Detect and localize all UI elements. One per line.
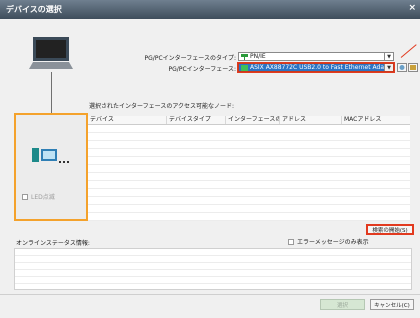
footer-divider: [0, 294, 420, 295]
online-status-panel: [14, 248, 412, 290]
plc-device-icon: [32, 148, 69, 163]
start-search-button[interactable]: 検索の開始(S): [366, 224, 414, 235]
interface-label: PG/PCインターフェース:: [168, 66, 236, 73]
col-device-type[interactable]: デバイスタイプ: [167, 116, 226, 124]
col-address[interactable]: アドレス: [280, 116, 342, 124]
error-only-checkbox[interactable]: [288, 238, 294, 245]
led-flash-checkbox[interactable]: [22, 193, 28, 200]
cancel-button[interactable]: キャンセル(C): [370, 299, 414, 310]
led-flash-option: LED点滅: [22, 192, 55, 201]
nodes-table-body[interactable]: [88, 125, 410, 221]
col-interface-type[interactable]: インターフェースの...: [226, 116, 280, 124]
col-device[interactable]: デバイス: [88, 116, 167, 124]
interface-properties-button[interactable]: [397, 63, 407, 72]
annotation-line: [400, 44, 417, 58]
computer-icon: [29, 37, 73, 69]
error-only-option: エラーメッセージのみ表示: [288, 237, 369, 246]
nodes-table-header: デバイス デバイスタイプ インターフェースの... アドレス MACアドレス: [88, 116, 410, 125]
close-icon[interactable]: ×: [408, 3, 416, 13]
properties-icon: [399, 65, 405, 70]
interface-type-value: PN/IE: [250, 53, 266, 60]
chevron-down-icon[interactable]: ▼: [384, 53, 393, 60]
error-only-label: エラーメッセージのみ表示: [297, 239, 369, 246]
interface-dropdown[interactable]: ASIX AX88772C USB2.0 to Fast Ethernet Ad…: [238, 63, 394, 72]
diagnostics-icon: [410, 65, 416, 70]
interface-diagnostics-button[interactable]: [408, 63, 418, 72]
col-mac-address[interactable]: MACアドレス: [342, 116, 410, 124]
interface-type-label: PG/PCインターフェースのタイプ:: [144, 55, 236, 62]
accessible-nodes-label: 選択されたインターフェースのアクセス可能なノード:: [89, 103, 235, 110]
window-title: デバイスの選択: [6, 5, 62, 14]
interface-value: ASIX AX88772C USB2.0 to Fast Ethernet Ad…: [250, 64, 384, 71]
led-flash-label: LED点滅: [31, 194, 55, 201]
chevron-down-icon[interactable]: ▼: [384, 64, 393, 71]
select-button[interactable]: 選択: [320, 299, 365, 310]
title-bar: デバイスの選択 ×: [0, 0, 420, 19]
online-status-label: オンラインステータス情報:: [16, 240, 90, 247]
device-node-panel: LED点滅: [14, 113, 88, 221]
interface-type-dropdown[interactable]: PN/IE ▼: [238, 52, 394, 61]
